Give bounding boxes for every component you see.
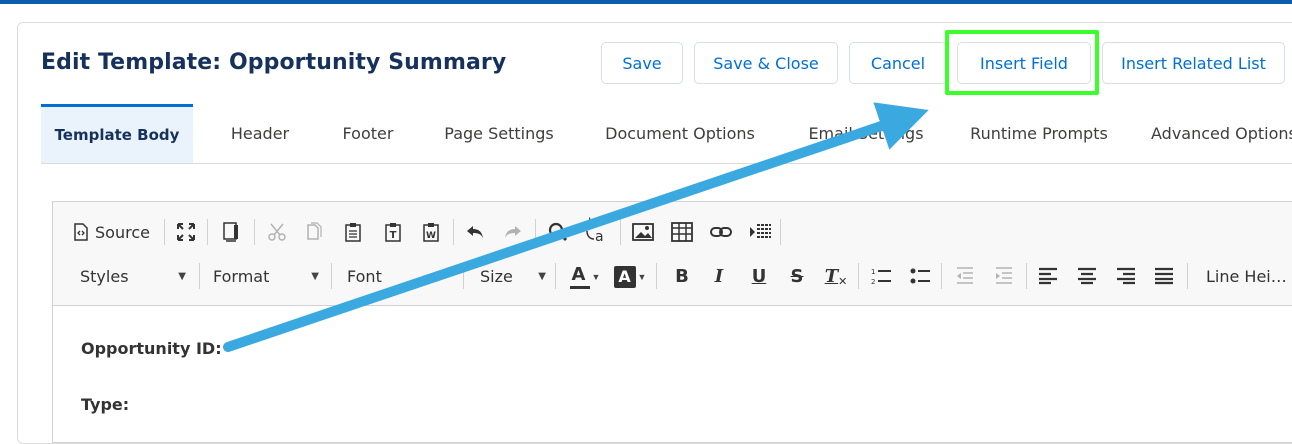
toolbar-separator [207,219,208,245]
cut-icon[interactable] [265,219,289,245]
font-label: Font [347,266,382,286]
styles-dropdown[interactable]: Styles ▼ [80,263,186,289]
toolbar-separator [620,219,621,245]
tab-header[interactable]: Header [217,104,303,163]
paste-icon[interactable] [341,219,365,245]
toolbar-separator [254,219,255,245]
justify-icon[interactable] [1152,264,1176,288]
toolbar-separator [780,219,781,245]
text-color-button[interactable]: A ▼ [568,263,602,291]
toolbar-separator [555,263,556,289]
top-accent-bar [0,0,1292,4]
remove-format-button[interactable]: T ✕ [823,264,849,288]
svg-text:W: W [426,231,436,241]
tab-template-body[interactable]: Template Body [41,104,193,163]
save-button[interactable]: Save [601,42,683,84]
styles-label: Styles [80,266,129,286]
page-title: Edit Template: Opportunity Summary [41,50,507,75]
copy-icon[interactable] [302,219,326,245]
save-close-button[interactable]: Save & Close [694,42,838,84]
page-break-icon[interactable] [747,219,773,245]
paste-word-icon[interactable]: W [419,219,443,245]
text-color-icon: A [569,264,592,290]
background-color-button[interactable]: A ▼ [613,263,647,291]
paste-text-icon[interactable]: T [381,219,405,245]
increase-indent-icon[interactable] [992,264,1016,288]
background-color-icon: A [613,266,636,288]
chevron-down-icon: ▼ [637,272,647,282]
tab-footer[interactable]: Footer [324,104,412,163]
underline-icon[interactable]: U [747,264,771,288]
source-icon [73,223,89,241]
format-label: Format [213,266,270,286]
chevron-down-icon: ▼ [178,270,186,282]
toolbar-separator [164,219,165,245]
tab-email-settings[interactable]: Email Settings [801,104,931,163]
show-blocks-icon[interactable] [219,219,243,245]
tab-document-options[interactable]: Document Options [595,104,765,163]
chevron-down-icon: ▼ [538,270,546,282]
svg-text:a: a [595,229,604,245]
find-icon[interactable] [545,219,571,245]
bullet-list-icon[interactable] [908,264,932,288]
toolbar-separator [199,263,200,289]
align-left-icon[interactable] [1036,264,1060,288]
remove-format-icon: T [824,265,839,287]
body-line-opportunity-id[interactable]: Opportunity ID: [81,339,222,358]
toolbar-separator [1026,263,1027,289]
insert-related-list-button[interactable]: Insert Related List [1102,42,1285,84]
bold-icon[interactable]: B [670,264,694,288]
redo-icon[interactable] [501,219,525,245]
toolbar-separator [331,263,332,289]
size-dropdown[interactable]: Size ▼ [480,263,546,289]
numbered-list-icon[interactable]: 12 [869,264,893,288]
font-dropdown[interactable]: Font [347,263,453,289]
italic-icon[interactable]: I [707,264,731,288]
align-right-icon[interactable] [1114,264,1138,288]
tab-runtime-prompts[interactable]: Runtime Prompts [963,104,1115,163]
size-label: Size [480,266,513,286]
align-center-icon[interactable] [1075,264,1099,288]
source-label: Source [95,222,150,242]
undo-icon[interactable] [463,219,487,245]
svg-text:1: 1 [871,268,875,276]
maximize-icon[interactable] [174,219,198,245]
line-height-dropdown[interactable]: Line Hei… [1206,263,1292,289]
chevron-down-icon: ▼ [311,270,319,282]
close-icon: ✕ [838,275,848,288]
link-icon[interactable] [708,219,734,245]
toolbar-separator [1187,263,1188,289]
toolbar-separator [535,219,536,245]
replace-icon[interactable]: ba [583,214,611,246]
svg-text:2: 2 [871,278,875,286]
svg-text:b: b [588,216,596,230]
strikethrough-icon[interactable]: S [785,264,809,288]
toolbar-separator [453,219,454,245]
tab-advanced-options[interactable]: Advanced Options [1151,104,1292,163]
tabs-divider [41,163,1292,164]
toolbar-separator [463,263,464,289]
chevron-down-icon: ▼ [591,272,601,282]
decrease-indent-icon[interactable] [953,264,977,288]
rich-text-editor: Source T W b a Styles ▼ Format ▼ Font Si… [52,201,1292,443]
line-height-label: Line Hei… [1206,266,1287,286]
svg-text:T: T [390,230,397,241]
cancel-button[interactable]: Cancel [849,42,947,84]
source-button[interactable]: Source [73,219,150,245]
toolbar-separator [656,263,657,289]
image-icon[interactable] [630,219,656,245]
table-icon[interactable] [669,219,695,245]
template-tabs: Template Body Header Footer Page Setting… [41,104,1292,164]
editor-toolbar: Source T W b a Styles ▼ Format ▼ Font Si… [53,202,1292,306]
body-line-type[interactable]: Type: [81,395,129,414]
toolbar-separator [941,263,942,289]
tab-page-settings[interactable]: Page Settings [436,104,562,163]
format-dropdown[interactable]: Format ▼ [213,263,319,289]
toolbar-separator [858,263,859,289]
insert-field-highlight [945,30,1099,95]
